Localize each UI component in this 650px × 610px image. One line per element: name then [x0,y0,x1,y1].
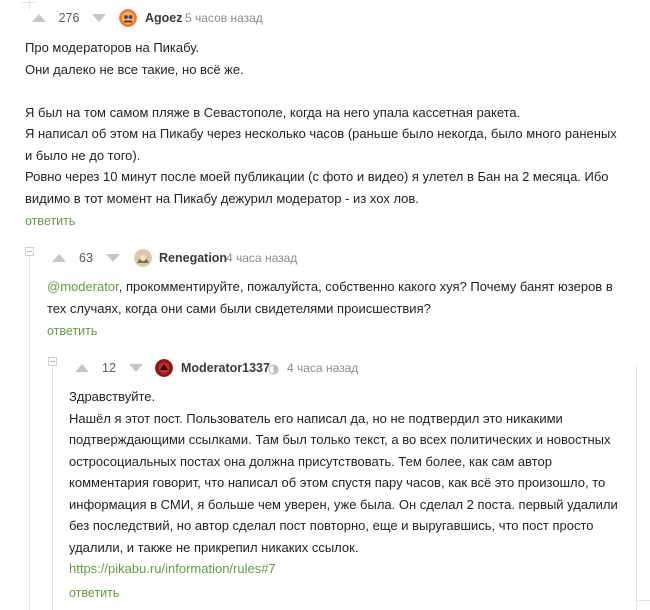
comment-text: , прокомментируйте, пожалуйста, собствен… [118,279,613,294]
minus-square-icon[interactable] [25,247,34,256]
comment-line: тех случаях, когда они сами были свидете… [47,300,431,316]
rules-link[interactable]: https://pikabu.ru/information/rules#7 [69,561,276,576]
comment-line: Нашёл я этот пост. Пользователь его напи… [69,410,563,426]
minus-square-icon[interactable] [48,357,57,366]
avatar[interactable] [119,9,137,27]
comment-time[interactable]: 4 часа назад [287,361,358,375]
comment-body: Про модераторов на Пикабу. Они далеко не… [25,37,640,209]
comment-line: Ровно через 10 минут после моей публикац… [25,169,609,184]
reply-link[interactable]: ответить [25,214,75,228]
triangle-down-icon[interactable] [129,364,143,372]
vote-bar: 276 [32,8,106,28]
comment-line: и было не до того). [25,147,141,163]
mention-link[interactable]: @moderator [47,279,119,294]
comment-line: Я написал об этом на Пикабу через нескол… [25,126,617,141]
comment-rating: 63 [79,251,93,265]
avatar[interactable] [134,249,152,267]
comment-line: Я был на том самом пляже в Севастополе, … [25,104,521,120]
triangle-up-icon[interactable] [75,364,89,372]
comment-line: остросоциальных постах она должна присут… [69,453,552,469]
comment-line: Они далеко не все такие, но всё же. [25,61,244,77]
thread-line [29,252,30,610]
triangle-down-icon[interactable] [92,14,106,22]
comment-time[interactable]: 5 часов назад [185,11,263,25]
comment-rating: 276 [58,11,80,25]
comment-line: https://pikabu.ru/information/rules#7 [69,558,634,580]
moderator-badge-icon [268,362,279,375]
thread-line [636,600,650,601]
thread-line [22,2,36,3]
comment-line: @moderator, прокомментируйте, пожалуйста… [47,276,637,298]
comment-line: видимо в тот момент на Пикабу дежурил мо… [25,190,419,206]
triangle-up-icon[interactable] [52,254,66,262]
comment-rating: 12 [102,361,116,375]
comment-body: Здравствуйте. Нашёл я этот пост. Пользов… [69,386,634,580]
thread-line [636,364,637,610]
vote-bar: 12 [75,358,143,378]
comment-time[interactable]: 4 часа назад [226,251,297,265]
comment-line: без последствий, но автор сделал пост по… [69,518,594,533]
reply-link[interactable]: ответить [69,586,119,600]
avatar[interactable] [155,359,173,377]
comment-line [25,80,640,102]
comment-line: удалили, и также не прикрепил никаких сс… [69,539,359,555]
reply-link[interactable]: ответить [47,324,97,338]
vote-bar: 63 [52,248,120,268]
comment-line: комментария говорит, что написал об этом… [69,475,606,490]
thread-line [52,364,53,610]
comment-line: Про модераторов на Пикабу. [25,40,200,55]
comment-line: подтверждающими ссылками. Там был только… [69,432,611,447]
comment-line: информация в СМИ, я больше чем уверен, у… [69,496,618,512]
comment-author[interactable]: Moderator1337 [181,361,270,375]
triangle-down-icon[interactable] [106,254,120,262]
comment-author[interactable]: Agoez [145,11,183,25]
comment-author[interactable]: Renegation [159,251,227,265]
comment-body: @moderator, прокомментируйте, пожалуйста… [47,276,637,319]
comment-line: Здравствуйте. [69,389,156,404]
triangle-up-icon[interactable] [32,14,46,22]
